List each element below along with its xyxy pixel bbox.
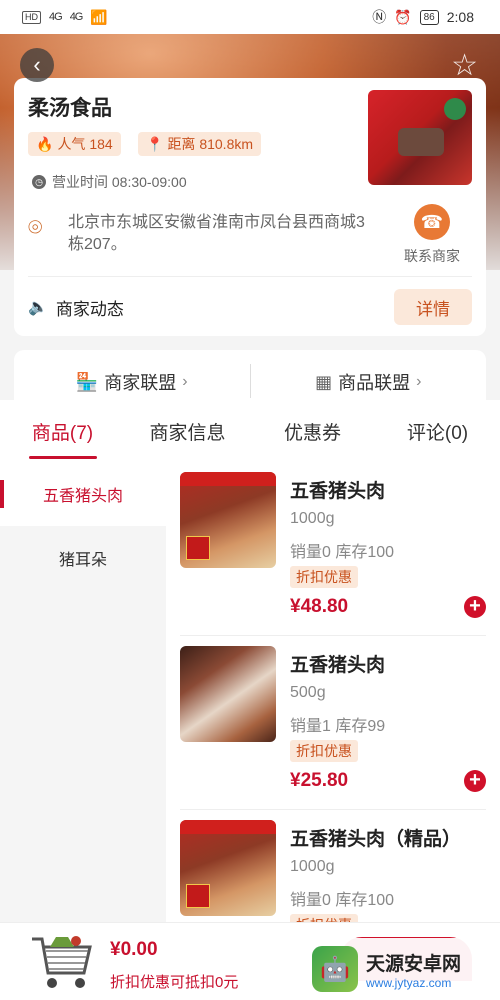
cart-discount-note: 折扣优惠可抵扣0元 [110, 974, 239, 991]
cart-total: ¥0.00 [110, 939, 158, 960]
product-spec: 1000g [290, 858, 335, 875]
category-list: 五香猪头肉 猪耳朵 [0, 462, 166, 922]
android-logo-icon: 🤖 [312, 946, 358, 992]
watermark-title: 天源安卓网 [366, 953, 462, 975]
tab-coupons[interactable]: 优惠券 [250, 400, 375, 462]
contact-merchant-button[interactable]: ☎ 联系商家 [392, 204, 472, 266]
product-image [180, 472, 276, 568]
discount-badge: 折扣优惠 [290, 740, 358, 762]
product-card[interactable]: 五香猪头肉（精品） 1000g 销量0 库存100 折扣优惠 [180, 810, 486, 922]
speaker-icon: 🔈 [28, 299, 48, 316]
address-row: ⌾ 北京市东城区安徽省淮南市凤台县西商城3栋207。 ☎ 联系商家 [28, 204, 472, 264]
watermark-url: www.jytyaz.com [366, 975, 452, 990]
product-stock: 销量0 库存100 [290, 892, 395, 909]
hd-icon: HD [22, 10, 41, 24]
distance-badge: 📍 距离 810.8km [138, 132, 262, 156]
phone-icon: ☎ [414, 204, 450, 240]
product-stock: 销量1 库存99 [290, 718, 386, 735]
product-stock: 销量0 库存100 [290, 544, 395, 561]
store-info-card: 柔汤食品 🔥 人气 184 📍 距离 810.8km ◷ 营业时间 08:30-… [14, 78, 486, 336]
product-list: 五香猪头肉 1000g 销量0 库存100 折扣优惠 ¥48.80 + 五香猪头… [166, 462, 500, 922]
tab-reviews[interactable]: 评论(0) [375, 400, 500, 462]
plus-icon: + [469, 595, 481, 617]
product-spec: 500g [290, 684, 326, 701]
product-price: ¥25.80 [290, 770, 349, 791]
chevron-right-icon: › [416, 373, 422, 390]
divider [28, 276, 472, 277]
shop-icon: 🏪 [75, 371, 99, 392]
category-item[interactable]: 五香猪头肉 [0, 462, 166, 526]
alliance-bar: 🏪 商家联盟 › ▦ 商品联盟 › [14, 350, 486, 400]
popularity-badge: 🔥 人气 184 [28, 132, 121, 156]
product-card[interactable]: 五香猪头肉 500g 销量1 库存99 折扣优惠 ¥25.80 + [180, 636, 486, 810]
contact-label: 联系商家 [404, 248, 460, 264]
grid-icon: ▦ [315, 371, 333, 392]
address-pin-icon: ⌾ [28, 214, 43, 241]
distance-label: 距离 810.8km [167, 136, 254, 152]
product-name: 五香猪头肉 [290, 481, 386, 502]
back-button[interactable]: ‹ [20, 48, 54, 82]
store-name: 柔汤食品 [28, 97, 112, 120]
detail-button[interactable]: 详情 [394, 289, 472, 325]
signal-icon-2: 4G [69, 11, 84, 23]
store-thumbnail[interactable] [368, 90, 472, 185]
merchant-news-label: 商家动态 [55, 299, 124, 319]
shopping-cart-icon[interactable] [28, 933, 94, 993]
popularity-label: 人气 184 [57, 136, 113, 152]
product-image [180, 646, 276, 742]
battery-icon: 86 [419, 9, 439, 25]
store-address: 北京市东城区安徽省淮南市凤台县西商城3栋207。 [68, 214, 365, 253]
product-image [180, 820, 276, 916]
nfc-icon: Ⓝ [372, 9, 387, 25]
tab-merchant-info[interactable]: 商家信息 [125, 400, 250, 462]
favorite-star-icon[interactable]: ☆ [451, 48, 478, 83]
hours-label: 营业时间 08:30-09:00 [52, 174, 187, 190]
product-name: 五香猪头肉（精品） [290, 829, 462, 850]
site-watermark: 🤖 天源安卓网 www.jytyaz.com [304, 938, 500, 1000]
discount-badge: 折扣优惠 [290, 566, 358, 588]
alarm-icon: ⏰ [394, 8, 412, 25]
tab-bar: 商品(7) 商家信息 优惠券 评论(0) [0, 400, 500, 462]
add-to-cart-button[interactable]: + [464, 770, 486, 792]
merchant-news-row: 🔈 商家动态 详情 [28, 289, 472, 325]
wifi-icon: 📶 [90, 8, 108, 25]
goods-alliance-label: 商品联盟 [338, 373, 411, 393]
clock-time: 2:08 [446, 9, 474, 25]
merchant-alliance-label: 商家联盟 [104, 373, 177, 393]
discount-badge: 折扣优惠 [290, 914, 358, 922]
clock-icon: ◷ [32, 175, 46, 189]
business-hours: ◷ 营业时间 08:30-09:00 [32, 172, 187, 192]
status-bar: HD 4G 4G 📶 Ⓝ ⏰ 86 2:08 [0, 0, 500, 34]
flame-icon: 🔥 [36, 135, 54, 152]
merchant-alliance-link[interactable]: 🏪 商家联盟 › [14, 350, 250, 400]
category-item[interactable]: 猪耳朵 [0, 526, 166, 590]
goods-alliance-link[interactable]: ▦ 商品联盟 › [251, 350, 487, 400]
tab-products[interactable]: 商品(7) [0, 400, 125, 462]
location-pin-icon: 📍 [146, 135, 164, 152]
signal-icon: 4G [49, 11, 63, 23]
chevron-left-icon: ‹ [33, 52, 41, 77]
plus-icon: + [469, 769, 481, 791]
product-spec: 1000g [290, 510, 335, 527]
product-name: 五香猪头肉 [290, 655, 386, 676]
chevron-right-icon: › [182, 373, 188, 390]
product-price: ¥48.80 [290, 596, 349, 617]
add-to-cart-button[interactable]: + [464, 596, 486, 618]
product-card[interactable]: 五香猪头肉 1000g 销量0 库存100 折扣优惠 ¥48.80 + [180, 462, 486, 636]
